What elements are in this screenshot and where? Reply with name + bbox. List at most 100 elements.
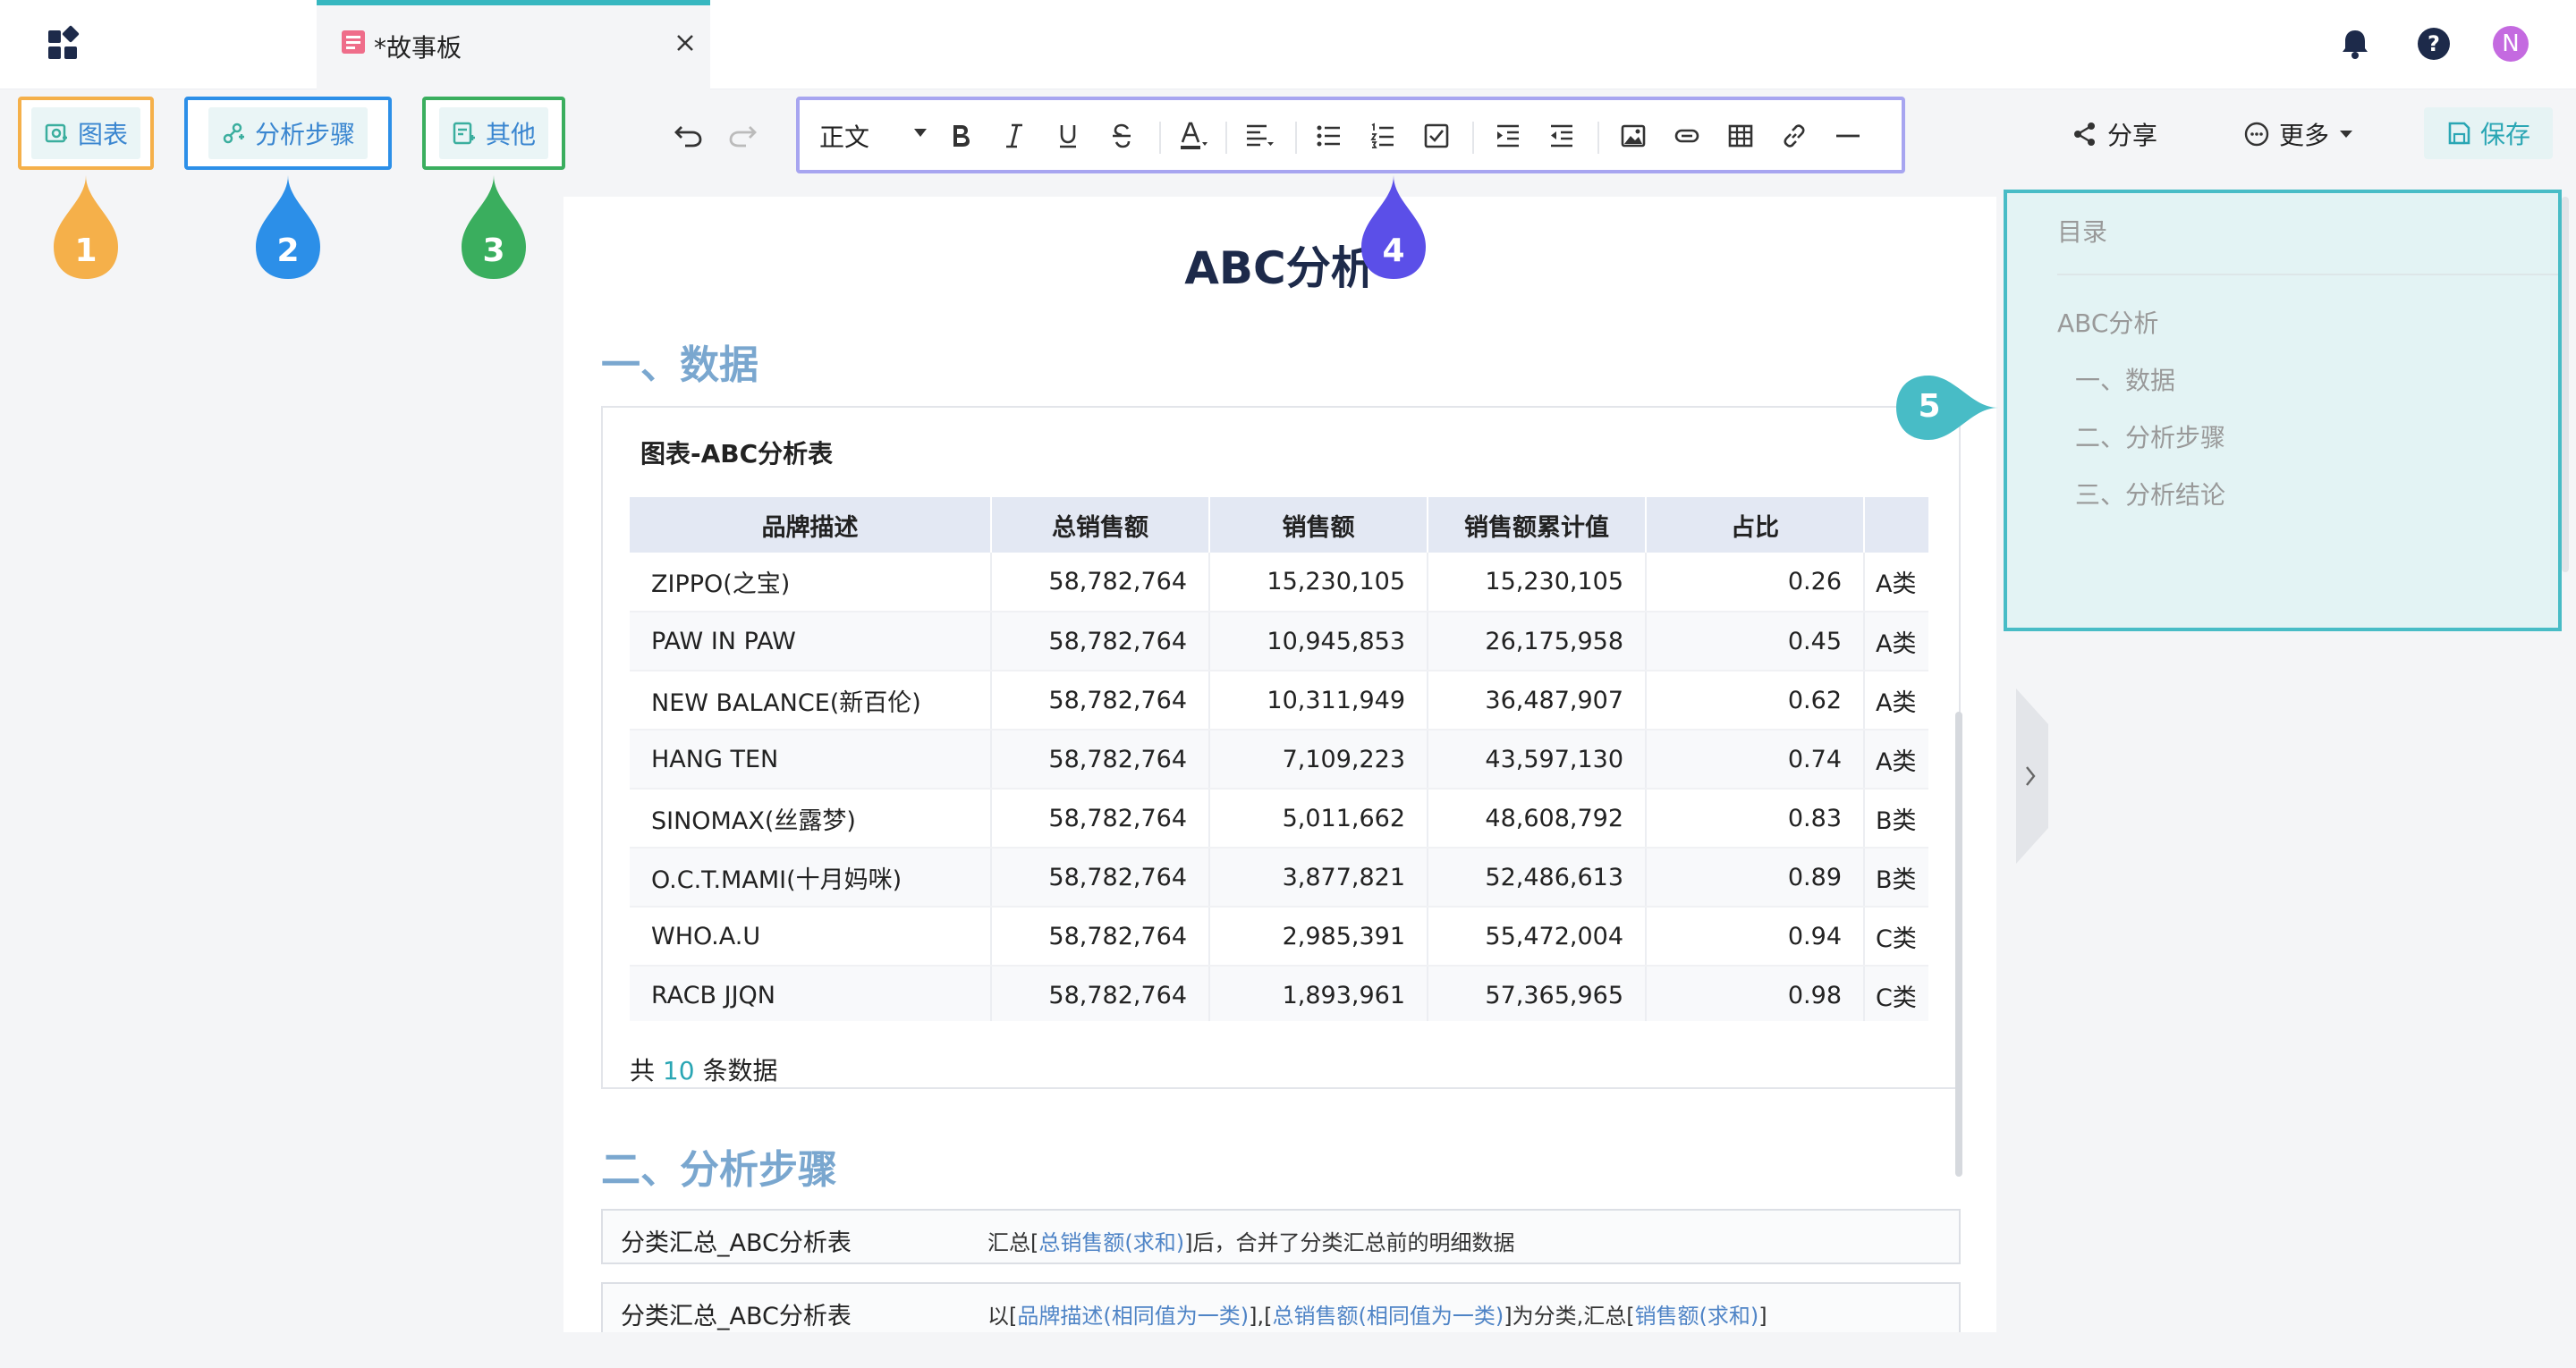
toc-item[interactable]: 三、分析结论: [2075, 476, 2225, 511]
share-label: 分享: [2107, 121, 2158, 150]
table-row[interactable]: PAW IN PAW 58,782,764 10,945,853 26,175,958…: [630, 612, 1928, 671]
document-tab[interactable]: *故事板: [317, 0, 710, 89]
steps-icon: [221, 121, 246, 146]
user-avatar[interactable]: N: [2490, 23, 2531, 64]
table-cell: 1,893,961: [1209, 966, 1428, 1021]
chevron-down-icon: [914, 129, 927, 137]
table-cell: 58,782,764: [991, 907, 1210, 967]
share-button[interactable]: 分享: [2072, 116, 2157, 152]
panel-scrollbar[interactable]: [2562, 197, 2569, 572]
toc-divider: [2057, 274, 2558, 275]
callout-marker-2: 2: [252, 175, 324, 283]
insert-chart-label: 图表: [77, 120, 128, 149]
section-heading-data[interactable]: 一、数据: [601, 333, 758, 390]
toolbar-divider: [1295, 122, 1297, 154]
table-of-contents: 目录 ABC分析 一、数据 二、分析步骤 三、分析结论: [2004, 190, 2562, 631]
column-header[interactable]: 品牌描述: [630, 497, 992, 553]
toolbar-divider: [1472, 122, 1474, 154]
strikethrough-icon[interactable]: [1104, 118, 1140, 154]
align-icon[interactable]: [1241, 118, 1277, 154]
analysis-step-row[interactable]: 分类汇总_ABC分析表 以[品牌描述(相同值为一类)],[总销售额(相同值为一类…: [601, 1282, 1961, 1332]
step-name: 分类汇总_ABC分析表: [621, 1303, 852, 1330]
chart-card[interactable]: 图表-ABC分析表 品牌描述 总销售额 销售额 销售额累计值 占比 ZIPPO(…: [601, 406, 1962, 1232]
storyboard-doc-icon: [340, 29, 367, 55]
toc-item[interactable]: 一、数据: [2075, 361, 2175, 397]
column-header[interactable]: 销售额累计值: [1428, 497, 1647, 553]
toc-item[interactable]: 二、分析步骤: [2075, 418, 2225, 454]
attachment-icon[interactable]: [1669, 118, 1705, 154]
column-header[interactable]: 总销售额: [991, 497, 1210, 553]
table-cell: 58,782,764: [991, 553, 1210, 612]
table-cell: 15,230,105: [1209, 553, 1428, 612]
analysis-steps-label: 分析步骤: [254, 120, 355, 149]
table-row[interactable]: O.C.T.MAMI(十月妈咪) 58,782,764 3,877,821 52,48…: [630, 848, 1928, 908]
table-cell: 3,877,821: [1209, 848, 1428, 908]
toolbar-divider: [1225, 122, 1227, 154]
undo-icon[interactable]: [673, 118, 705, 150]
indent-icon[interactable]: [1490, 118, 1526, 154]
table-cell: 58,782,764: [991, 848, 1210, 908]
section-heading-steps[interactable]: 二、分析步骤: [601, 1137, 837, 1195]
table-row[interactable]: RACB JJQN 58,782,764 1,893,961 57,365,965 0.…: [630, 966, 1928, 1021]
analysis-steps-button[interactable]: 分析步骤: [184, 97, 392, 170]
insert-chart-button[interactable]: 图表: [18, 97, 154, 170]
table-cell: 2,985,391: [1209, 907, 1428, 967]
table-cell: 36,487,907: [1428, 671, 1647, 730]
toc-item[interactable]: ABC分析: [2057, 304, 2158, 340]
column-header[interactable]: [1864, 497, 1928, 553]
table-cell: A类: [1864, 553, 1928, 612]
step-name: 分类汇总_ABC分析表: [621, 1229, 852, 1257]
marker-number: 2: [276, 232, 300, 269]
marker-number: 1: [74, 232, 97, 269]
document-title[interactable]: ABC分析: [564, 232, 1996, 297]
table-cell: 58,782,764: [991, 966, 1210, 1021]
table-cell: WHO.A.U: [630, 907, 992, 967]
table-vertical-scrollbar[interactable]: [1955, 712, 1962, 1177]
image-icon[interactable]: [1615, 118, 1651, 154]
font-color-icon[interactable]: [1175, 118, 1211, 154]
task-list-icon[interactable]: [1419, 118, 1454, 154]
table-cell: RACB JJQN: [630, 966, 992, 1021]
table-row[interactable]: WHO.A.U 58,782,764 2,985,391 55,472,004 0.94…: [630, 907, 1928, 967]
bold-icon[interactable]: [943, 118, 979, 154]
redo-icon[interactable]: [726, 118, 758, 150]
field-tag: 销售额(求和): [1634, 1304, 1759, 1329]
svg-text:?: ?: [2428, 31, 2440, 56]
tab-close-icon[interactable]: [674, 32, 696, 54]
table-cell: 0.83: [1646, 789, 1865, 849]
analysis-step-row[interactable]: 分类汇总_ABC分析表 汇总[总销售额(求和)]后，合并了分类汇总前的明细数据: [601, 1209, 1961, 1264]
numbered-list-icon[interactable]: [1365, 118, 1401, 154]
column-header[interactable]: 销售额: [1209, 497, 1428, 553]
table-row[interactable]: HANG TEN 58,782,764 7,109,223 43,597,130 0.7…: [630, 730, 1928, 790]
avatar-initial: N: [2502, 30, 2520, 57]
insert-other-button[interactable]: 其他: [422, 97, 565, 170]
table-row[interactable]: ZIPPO(之宝) 58,782,764 15,230,105 15,230,105 0…: [630, 553, 1928, 612]
italic-icon[interactable]: [996, 118, 1032, 154]
underline-icon[interactable]: [1050, 118, 1086, 154]
chart-icon: [44, 121, 69, 146]
help-icon[interactable]: ?: [2413, 23, 2454, 64]
table-icon[interactable]: [1723, 118, 1758, 154]
step-description: 以[品牌描述(相同值为一类)],[总销售额(相同值为一类)]为分类,汇总[销售额…: [987, 1304, 1767, 1329]
marker-number: 3: [482, 232, 505, 269]
table-cell: 0.94: [1646, 907, 1865, 967]
table-cell: A类: [1864, 730, 1928, 790]
notification-bell-icon[interactable]: [2334, 23, 2376, 64]
abc-table[interactable]: 品牌描述 总销售额 销售额 销售额累计值 占比 ZIPPO(之宝) 58,782,…: [630, 497, 1928, 1021]
panel-collapse-handle[interactable]: [2016, 688, 2048, 864]
document-canvas[interactable]: ABC分析 一、数据 图表-ABC分析表 品牌描述 总销售额 销售额 销售额累计…: [564, 197, 1996, 1332]
table-cell: ZIPPO(之宝): [630, 553, 992, 612]
outdent-icon[interactable]: [1544, 118, 1580, 154]
link-icon[interactable]: [1776, 118, 1812, 154]
table-row[interactable]: SINOMAX(丝露梦) 58,782,764 5,011,662 48,608,79…: [630, 789, 1928, 849]
text-style-select[interactable]: 正文: [819, 118, 927, 154]
save-label: 保存: [2479, 120, 2530, 149]
bullet-list-icon[interactable]: [1311, 118, 1347, 154]
column-header[interactable]: 占比: [1646, 497, 1865, 553]
save-button[interactable]: 保存: [2424, 107, 2553, 159]
apps-grid-icon[interactable]: [45, 25, 84, 64]
table-cell: 0.89: [1646, 848, 1865, 908]
table-row[interactable]: NEW BALANCE(新百伦) 58,782,764 10,311,949 36,4…: [630, 671, 1928, 730]
more-button[interactable]: 更多: [2243, 116, 2354, 152]
horizontal-rule-icon[interactable]: [1830, 118, 1866, 154]
